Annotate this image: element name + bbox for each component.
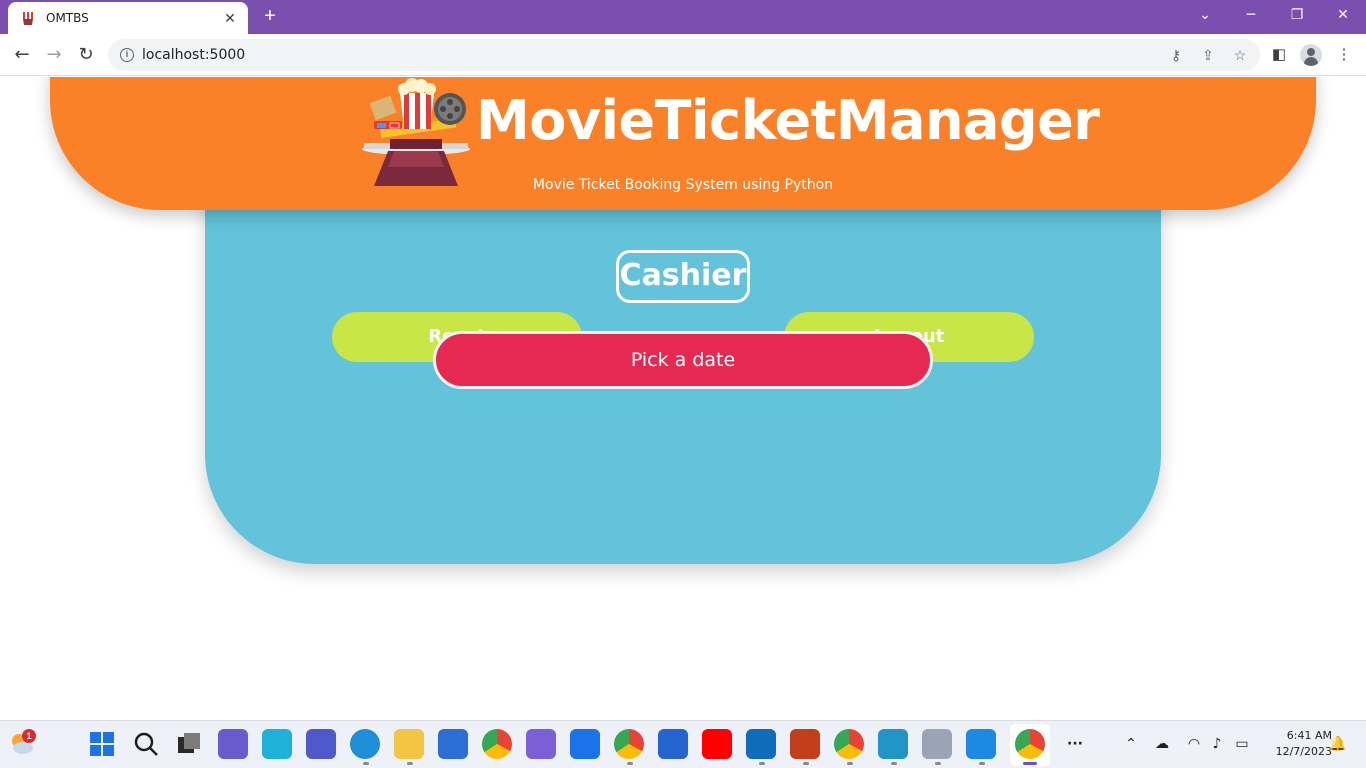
powerpoint-icon[interactable]	[790, 729, 820, 759]
clock-time: 6:41 AM	[1286, 729, 1332, 742]
vscode-running-indicator	[979, 762, 985, 765]
close-tab-icon[interactable]: ✕	[222, 10, 238, 27]
notepad-running-indicator	[891, 762, 897, 765]
chrome-profile-icon[interactable]	[482, 729, 512, 759]
settings-gear-icon[interactable]	[922, 729, 952, 759]
new-tab-button[interactable]: +	[258, 4, 282, 28]
task-view-icon[interactable]	[174, 729, 204, 759]
browser-toolbar: ← → ↻ i localhost:5000 ⚷ ⇪ ☆ ◧ ⋮	[0, 34, 1366, 76]
reload-icon[interactable]: ↻	[74, 43, 98, 67]
vscode-icon[interactable]	[966, 729, 996, 759]
tab-title: OMTBS	[46, 11, 89, 25]
chrome-active-icon[interactable]	[1015, 729, 1045, 759]
todo-icon[interactable]	[658, 729, 688, 759]
notification-bell-icon[interactable]: 🔔	[1328, 734, 1348, 754]
chrome-c-running-indicator	[847, 762, 853, 765]
notification-badge: 1	[22, 729, 36, 743]
search-icon[interactable]	[131, 729, 161, 759]
outlook-running-indicator	[759, 762, 765, 765]
active-app-indicator	[1023, 762, 1037, 765]
copilot-icon[interactable]	[526, 729, 556, 759]
forward-arrow-icon[interactable]: →	[42, 43, 66, 67]
app-title: MovieTicketManager	[476, 89, 1100, 152]
role-badge: Cashier	[616, 250, 750, 303]
address-bar[interactable]: i localhost:5000 ⚷ ⇪ ☆	[108, 39, 1260, 71]
browser-tab[interactable]: OMTBS ✕	[8, 2, 248, 34]
powerpoint-running-indicator	[803, 762, 809, 765]
url-text[interactable]: localhost:5000	[142, 47, 245, 63]
edge-running-indicator	[363, 762, 369, 765]
chrome-icon[interactable]	[614, 729, 644, 759]
battery-icon[interactable]: ▭	[1232, 734, 1252, 754]
edge-icon[interactable]	[350, 729, 380, 759]
cinema-logo-icon	[360, 77, 472, 187]
popcorn-favicon-icon	[20, 10, 36, 26]
side-panel-icon[interactable]: ◧	[1269, 45, 1289, 65]
system-clock[interactable]: 6:41 AM 12/7/2023	[1262, 728, 1332, 760]
teams-icon[interactable]	[306, 729, 336, 759]
tab-search-icon[interactable]: ⌄	[1182, 0, 1228, 30]
onedrive-cloud-icon[interactable]: ☁	[1152, 734, 1172, 754]
chrome-running-indicator	[627, 762, 633, 765]
minimize-button[interactable]: ─	[1228, 0, 1274, 30]
header-banner: MovieTicketManager Movie Ticket Booking …	[50, 77, 1316, 210]
settings-running-indicator	[935, 762, 941, 765]
file-explorer-icon[interactable]	[394, 729, 424, 759]
share-icon[interactable]: ⇪	[1200, 47, 1216, 63]
alexa-icon[interactable]	[262, 729, 292, 759]
chrome-profile-c-icon[interactable]	[834, 729, 864, 759]
store-icon[interactable]	[438, 729, 468, 759]
close-window-button[interactable]: ✕	[1320, 0, 1366, 30]
bookmark-star-icon[interactable]: ☆	[1232, 47, 1248, 63]
taskbar: 1 ··· ⌃ ☁ ◠ ♪ ▭ 6:41 AM 12/7/2023 🔔	[0, 720, 1366, 768]
more-apps-icon[interactable]: ···	[1065, 734, 1085, 754]
mail-icon[interactable]	[570, 729, 600, 759]
back-arrow-icon[interactable]: ←	[10, 43, 34, 67]
site-info-icon[interactable]: i	[120, 48, 134, 62]
app-subtitle: Movie Ticket Booking System using Python	[532, 177, 834, 193]
notepad-icon[interactable]	[878, 729, 908, 759]
key-icon[interactable]: ⚷	[1168, 47, 1184, 63]
more-menu-icon[interactable]: ⋮	[1334, 45, 1354, 65]
zoom-meet-icon[interactable]	[218, 729, 248, 759]
browser-titlebar: OMTBS ✕ + ⌄ ─ ❐ ✕	[0, 0, 1366, 34]
explorer-running-indicator	[407, 762, 413, 765]
clock-date: 12/7/2023	[1275, 745, 1332, 758]
volume-icon[interactable]: ♪	[1207, 734, 1227, 754]
start-button-icon[interactable]	[87, 729, 117, 759]
hidden-icons-chevron-icon[interactable]: ⌃	[1121, 734, 1141, 754]
outlook-icon[interactable]	[746, 729, 776, 759]
restore-button[interactable]: ❐	[1274, 0, 1320, 30]
youtube-icon[interactable]	[702, 729, 732, 759]
profile-avatar-icon[interactable]	[1300, 44, 1322, 66]
pick-date-button[interactable]: Pick a date	[433, 331, 933, 389]
page-viewport: Reset Logout Cashier Pick a date	[0, 77, 1366, 720]
wifi-icon[interactable]: ◠	[1184, 734, 1204, 754]
